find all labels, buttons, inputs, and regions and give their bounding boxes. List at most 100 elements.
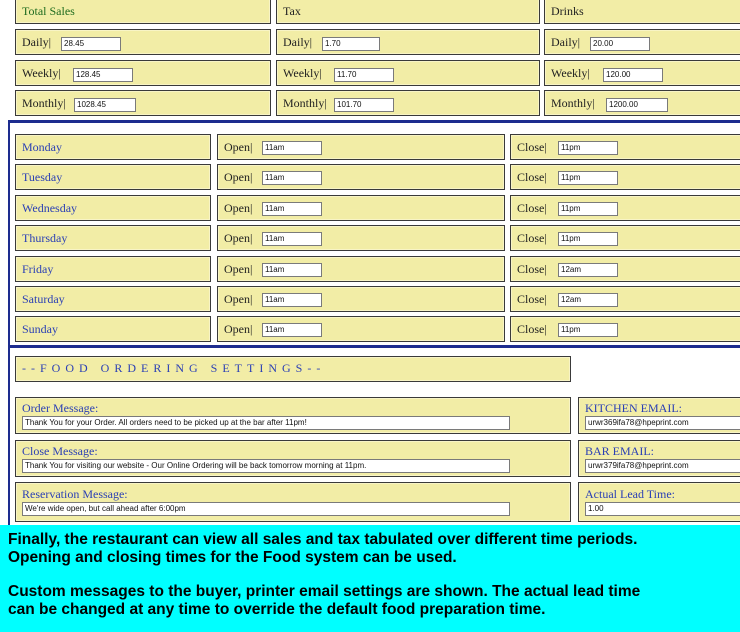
drinks-daily-row: Daily| 20.00 [544, 29, 740, 55]
day-row: Saturday [15, 286, 211, 312]
lead-time-field[interactable]: 1.00 [585, 502, 740, 516]
close-message-field[interactable]: Thank You for visiting our website - Our… [22, 459, 510, 473]
total-sales-daily-field[interactable]: 28.45 [61, 37, 121, 51]
open-time-field[interactable]: 11am [262, 232, 322, 246]
kitchen-email-field[interactable]: urwr369ifa78@hpeprint.com [585, 416, 740, 430]
order-message-label: Order Message: [22, 401, 99, 415]
food-settings-heading-box: --FOOD ORDERING SETTINGS-- [15, 356, 571, 382]
drinks-daily-field[interactable]: 20.00 [590, 37, 650, 51]
open-time-row: Open| 11am [217, 316, 505, 342]
tax-weekly-row: Weekly| 11.70 [276, 60, 540, 86]
monthly-label: Monthly| [283, 96, 327, 110]
close-label: Close| [517, 262, 547, 276]
tax-daily-field[interactable]: 1.70 [322, 37, 380, 51]
caption-line: Custom messages to the buyer, printer em… [8, 583, 641, 600]
caption-line: can be changed at any time to override t… [8, 601, 546, 618]
close-label: Close| [517, 140, 547, 154]
total-sales-weekly-row: Weekly| 128.45 [15, 60, 271, 86]
order-message-field[interactable]: Thank You for your Order. All orders nee… [22, 416, 510, 430]
food-settings-heading: --FOOD ORDERING SETTINGS-- [22, 361, 326, 375]
close-label: Close| [517, 201, 547, 215]
open-label: Open| [224, 170, 253, 184]
section-divider [8, 345, 740, 348]
monthly-label: Monthly| [551, 96, 595, 110]
close-time-row: Close| 11pm [510, 164, 740, 190]
close-label: Close| [517, 231, 547, 245]
tax-title: Tax [283, 4, 301, 18]
day-row: Friday [15, 256, 211, 282]
close-time-field[interactable]: 12am [558, 263, 618, 277]
open-label: Open| [224, 262, 253, 276]
section-divider [8, 120, 740, 123]
close-time-row: Close| 11pm [510, 316, 740, 342]
close-time-field[interactable]: 11pm [558, 323, 618, 337]
close-message-label: Close Message: [22, 444, 98, 458]
caption-line: Opening and closing times for the Food s… [8, 549, 457, 566]
close-time-field[interactable]: 11pm [558, 171, 618, 185]
day-row: Monday [15, 134, 211, 160]
open-label: Open| [224, 201, 253, 215]
drinks-header: Drinks [544, 0, 740, 24]
open-time-row: Open| 11am [217, 286, 505, 312]
open-time-row: Open| 11am [217, 256, 505, 282]
day-row: Thursday [15, 225, 211, 251]
close-label: Close| [517, 292, 547, 306]
total-sales-weekly-field[interactable]: 128.45 [73, 68, 133, 82]
section-left-border [8, 120, 10, 346]
daily-label: Daily| [283, 35, 313, 49]
weekly-label: Weekly| [551, 66, 590, 80]
drinks-title: Drinks [551, 4, 584, 18]
close-time-row: Close| 12am [510, 286, 740, 312]
weekly-label: Weekly| [283, 66, 322, 80]
open-time-field[interactable]: 11am [262, 171, 322, 185]
day-label: Tuesday [22, 170, 63, 184]
tax-weekly-field[interactable]: 11.70 [334, 68, 394, 82]
total-sales-monthly-row: Monthly| 1028.45 [15, 90, 271, 116]
open-time-field[interactable]: 11am [262, 293, 322, 307]
caption-paragraph-1: Finally, the restaurant can view all sal… [8, 531, 637, 567]
reservation-message-box: Reservation Message: We're wide open, bu… [15, 482, 571, 522]
weekly-label: Weekly| [22, 66, 61, 80]
close-label: Close| [517, 322, 547, 336]
order-message-box: Order Message: Thank You for your Order.… [15, 397, 571, 434]
open-label: Open| [224, 292, 253, 306]
reservation-message-field[interactable]: We're wide open, but call ahead after 6:… [22, 502, 510, 516]
day-label: Monday [22, 140, 62, 154]
bar-email-field[interactable]: urwr379ifa78@hpeprint.com [585, 459, 740, 473]
close-time-field[interactable]: 11pm [558, 202, 618, 216]
tax-monthly-field[interactable]: 101.70 [334, 98, 394, 112]
day-label: Saturday [22, 292, 65, 306]
close-time-field[interactable]: 11pm [558, 232, 618, 246]
daily-label: Daily| [551, 35, 581, 49]
close-time-field[interactable]: 11pm [558, 141, 618, 155]
day-row: Sunday [15, 316, 211, 342]
kitchen-email-label: KITCHEN EMAIL: [585, 401, 682, 415]
monthly-label: Monthly| [22, 96, 66, 110]
daily-label: Daily| [22, 35, 52, 49]
open-time-field[interactable]: 11am [262, 323, 322, 337]
total-sales-monthly-field[interactable]: 1028.45 [74, 98, 136, 112]
open-time-row: Open| 11am [217, 134, 505, 160]
close-time-row: Close| 11pm [510, 225, 740, 251]
total-sales-title: Total Sales [22, 4, 75, 18]
close-message-box: Close Message: Thank You for visiting ou… [15, 440, 571, 477]
open-time-field[interactable]: 11am [262, 202, 322, 216]
open-label: Open| [224, 322, 253, 336]
close-time-field[interactable]: 12am [558, 293, 618, 307]
total-sales-daily-row: Daily| 28.45 [15, 29, 271, 55]
tax-header: Tax [276, 0, 540, 24]
bar-email-box: BAR EMAIL: urwr379ifa78@hpeprint.com [578, 440, 740, 477]
tax-monthly-row: Monthly| 101.70 [276, 90, 540, 116]
drinks-monthly-field[interactable]: 1200.00 [606, 98, 668, 112]
bar-email-label: BAR EMAIL: [585, 444, 654, 458]
close-time-row: Close| 12am [510, 256, 740, 282]
open-time-field[interactable]: 11am [262, 263, 322, 277]
reservation-message-label: Reservation Message: [22, 487, 128, 501]
tax-daily-row: Daily| 1.70 [276, 29, 540, 55]
open-time-field[interactable]: 11am [262, 141, 322, 155]
open-time-row: Open| 11am [217, 164, 505, 190]
drinks-weekly-field[interactable]: 120.00 [603, 68, 663, 82]
caption-panel: Finally, the restaurant can view all sal… [0, 525, 740, 632]
day-row: Wednesday [15, 195, 211, 221]
lead-time-label: Actual Lead Time: [585, 487, 675, 501]
